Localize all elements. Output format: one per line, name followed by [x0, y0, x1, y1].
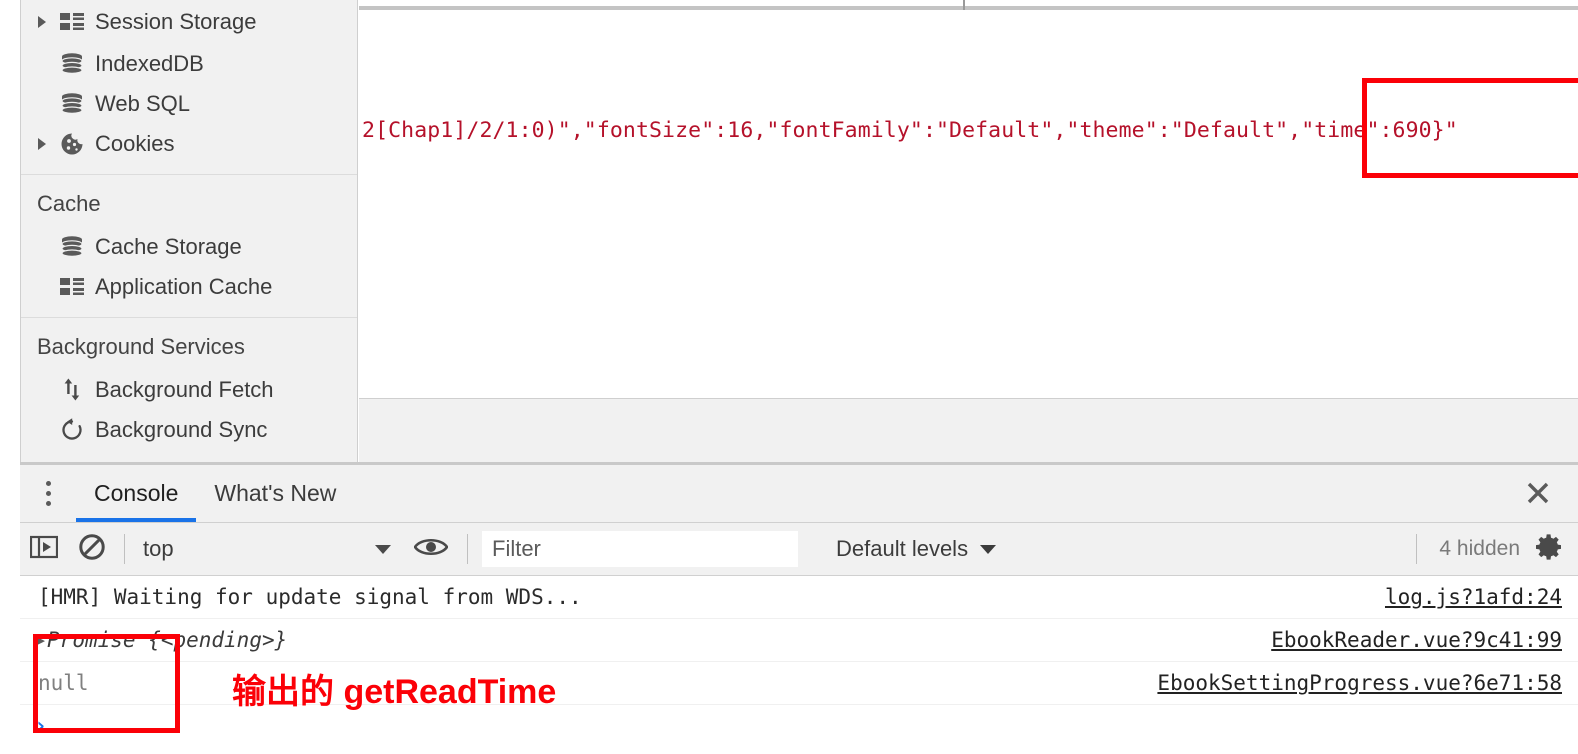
sidebar-toggle-icon [29, 535, 59, 564]
column-resize-handle[interactable] [963, 0, 965, 10]
tab-label: What's New [214, 480, 337, 506]
sidebar-item-background-sync[interactable]: Background Sync [21, 410, 357, 450]
prompt-caret-icon: › [34, 713, 48, 739]
close-icon [1524, 479, 1552, 512]
console-toolbar-right: 4 hidden [1408, 523, 1564, 575]
storage-table-header[interactable] [359, 0, 1578, 10]
sidebar-item-label: IndexedDB [95, 51, 204, 76]
log-level-selector[interactable]: Default levels [836, 536, 998, 562]
refresh-icon [57, 418, 87, 442]
database-icon [57, 235, 87, 259]
console-message-text: null [38, 671, 89, 695]
toolbar-divider [467, 534, 468, 564]
console-message-row[interactable]: ▶ Promise {<pending>} EbookReader.vue?9c… [20, 619, 1578, 662]
console-message-source-link[interactable]: EbookReader.vue?9c41:99 [1271, 628, 1562, 652]
clear-console-icon [78, 533, 106, 566]
console-message-source-link[interactable]: EbookSettingProgress.vue?6e71:58 [1157, 671, 1562, 695]
console-message-source-link[interactable]: log.js?1afd:24 [1385, 585, 1562, 609]
sidebar-item-label: Background Fetch [95, 377, 274, 402]
chevron-right-icon[interactable] [35, 15, 57, 29]
storage-value-text: '2[Chap1]/2/1:0)","fontSize":16,"fontFam… [359, 118, 1458, 143]
sidebar-item-cache-storage[interactable]: Cache Storage [21, 227, 357, 267]
sidebar-item-application-cache[interactable]: Application Cache [21, 267, 357, 307]
sidebar-item-label: Application Cache [95, 274, 273, 299]
console-prompt[interactable]: › [20, 705, 1578, 747]
sidebar-item-label: Cookies [95, 131, 175, 156]
console-drawer: Console What's New top Filter Default le… [20, 462, 1578, 754]
chevron-right-icon[interactable] [35, 137, 57, 151]
console-filter-input[interactable] [482, 531, 798, 567]
gear-icon [1534, 532, 1564, 567]
sidebar-group-cache: Cache Cache Storage Application Cache [21, 175, 357, 318]
chevron-down-icon [978, 536, 998, 562]
sidebar-group-background-services: Background Services Background Fetch Bac… [21, 318, 357, 460]
sidebar-item-label: Web SQL [95, 91, 190, 116]
tab-console[interactable]: Console [76, 465, 197, 522]
sidebar-item-background-fetch[interactable]: Background Fetch [21, 370, 357, 410]
updown-arrows-icon [57, 378, 87, 402]
toolbar-divider [124, 534, 125, 564]
toolbar-divider [1416, 534, 1418, 564]
chevron-down-icon [373, 536, 393, 562]
database-icon [57, 52, 87, 76]
sidebar-item-cookies[interactable]: Cookies [21, 124, 357, 164]
clear-console-button[interactable] [68, 523, 116, 575]
hidden-messages-count[interactable]: 4 hidden [1439, 537, 1520, 561]
sidebar-group-title: Cache [37, 191, 101, 216]
tab-label: Console [94, 480, 179, 506]
storage-value-preview[interactable]: '2[Chap1]/2/1:0)","fontSize":16,"fontFam… [359, 14, 1578, 396]
console-toolbar: top Default levels [20, 523, 1578, 576]
kebab-menu-icon [45, 481, 51, 506]
close-drawer-button[interactable] [1520, 477, 1556, 513]
sidebar-item-session-storage[interactable]: Session Storage [21, 0, 357, 44]
execution-context-selector[interactable]: top [133, 529, 403, 569]
sidebar-item-web-sql[interactable]: Web SQL [21, 84, 357, 124]
console-settings-button[interactable] [1534, 532, 1564, 567]
console-message-text: Promise {<pending>} [47, 628, 288, 652]
window-left-gutter [0, 0, 20, 462]
grid-icon [57, 277, 87, 297]
console-sidebar-toggle-button[interactable] [20, 523, 68, 575]
console-message-list[interactable]: [HMR] Waiting for update signal from WDS… [20, 576, 1578, 754]
application-sidebar-tree[interactable]: Session Storage IndexedDB Web SQL Cookie… [20, 0, 358, 462]
console-message-row[interactable]: [HMR] Waiting for update signal from WDS… [20, 576, 1578, 619]
sidebar-group-title: Background Services [37, 334, 245, 359]
sidebar-item-label: Session Storage [95, 9, 257, 34]
application-panel: Session Storage IndexedDB Web SQL Cookie… [0, 0, 1578, 462]
sidebar-item-label: Background Sync [95, 417, 268, 442]
grid-icon [57, 12, 87, 32]
devtools-window: Session Storage IndexedDB Web SQL Cookie… [0, 0, 1578, 754]
expand-arrow-icon[interactable]: ▶ [36, 631, 45, 649]
sidebar-item-label: Cache Storage [95, 234, 242, 259]
storage-preview-footer [359, 398, 1578, 462]
sidebar-group-storage: Session Storage IndexedDB Web SQL Cookie… [21, 0, 357, 175]
execution-context-label: top [143, 536, 174, 561]
create-live-expression-button[interactable] [403, 523, 459, 575]
tab-whats-new[interactable]: What's New [196, 465, 354, 522]
live-expression-icon [413, 535, 449, 564]
cookie-icon [57, 132, 87, 156]
sidebar-item-indexeddb[interactable]: IndexedDB [21, 44, 357, 84]
drawer-more-options-button[interactable] [20, 465, 76, 522]
console-message-text: [HMR] Waiting for update signal from WDS… [38, 585, 582, 609]
log-level-label: Default levels [836, 536, 969, 561]
database-icon [57, 92, 87, 116]
console-message-row[interactable]: null EbookSettingProgress.vue?6e71:58 [20, 662, 1578, 705]
drawer-tabbar: Console What's New [20, 465, 1578, 523]
storage-content-area: '2[Chap1]/2/1:0)","fontSize":16,"fontFam… [359, 0, 1578, 462]
